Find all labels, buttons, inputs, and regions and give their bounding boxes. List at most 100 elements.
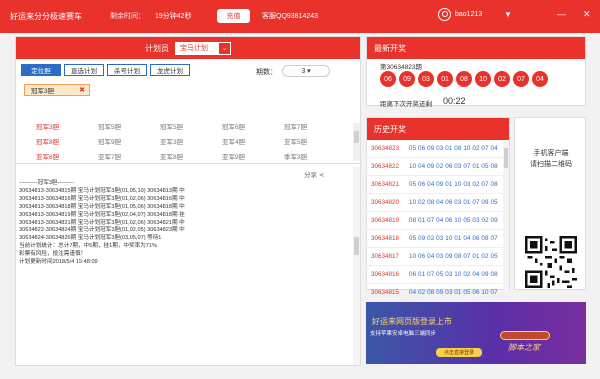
user-menu-dropdown-icon[interactable]: ▼ — [504, 10, 512, 19]
group-option[interactable]: 冠军8胆 — [36, 136, 98, 146]
history-issue: 30634822 — [371, 163, 400, 170]
history-numbers: 05 09 02 03 10 01 04 06 08 07 — [409, 235, 498, 242]
history-issue: 30634820 — [371, 199, 400, 206]
planner-header: 计划员 宝马计划 ⌄ — [16, 37, 360, 59]
chip-label: 冠军3胆 — [31, 88, 55, 95]
minimize-icon[interactable]: — — [557, 9, 566, 19]
history-numbers: 10 06 04 03 09 08 07 01 02 05 — [409, 253, 498, 260]
history-issue: 30634821 — [371, 181, 400, 188]
draw-ball: 04 — [532, 71, 548, 87]
history-row: 30634821 05 06 04 09 01 10 03 02 07 08 — [367, 176, 509, 194]
username: bao1213 — [455, 11, 483, 18]
group-option[interactable]: 冠军3胆 — [36, 121, 98, 131]
group-option[interactable]: 冠军9胆 — [98, 136, 160, 146]
planner-label: 计划员 — [145, 43, 169, 53]
group-option[interactable]: 亚军9胆 — [222, 151, 284, 161]
tab-0[interactable]: 定位胆 — [21, 64, 61, 76]
remaining-time-label: 剩余时间： — [110, 13, 145, 20]
log-line: 当前计划统计：总计7期，中5期，挂1期，中奖率为71% — [19, 243, 157, 250]
group-option[interactable]: 亚军6胆 — [36, 151, 98, 161]
planner-selected-value: 宝马计划 — [180, 45, 208, 52]
group-option[interactable]: 季军3胆 — [284, 151, 346, 161]
qr-code-icon — [525, 236, 577, 288]
plan-tabs: 定位胆 直选计划 杀号计划 龙虎计划 — [21, 64, 193, 76]
group-option[interactable]: 亚军4胆 — [222, 136, 284, 146]
log-line: 彩票有风险，投注需谨慎！ — [19, 251, 87, 258]
share-icon: ≺ — [318, 172, 325, 179]
group-grid: 冠军3胆 冠军5胆 冠军5胆 冠军6胆 冠军7胆 冠军8胆 冠军9胆 亚军3胆 亚军4胆 亚军5胆… — [36, 118, 346, 163]
log-line: ----------冠军3胆--------- — [19, 180, 75, 186]
group-option[interactable]: 冠军6胆 — [222, 121, 284, 131]
remove-chip-icon[interactable]: ✖ — [79, 86, 85, 94]
draw-ball: 02 — [494, 71, 510, 87]
history-issue: 30634817 — [371, 253, 400, 260]
history-panel: 历史开奖 30634823 05 06 09 03 01 08 10 02 07 … — [366, 117, 510, 320]
draw-ball: 09 — [399, 71, 415, 87]
tab-2[interactable]: 杀号计划 — [107, 64, 147, 76]
history-numbers: 04 02 08 09 03 01 05 06 10 07 — [409, 289, 498, 296]
banner-title: 好运来网页版登录上市 — [372, 317, 452, 326]
history-issue: 30634816 — [371, 271, 400, 278]
selected-group-chip[interactable]: 冠军3胆 ✖ — [24, 84, 90, 96]
customer-service-qq: 客服QQ93814243 — [262, 13, 319, 20]
share-button[interactable]: 分享 ≺ — [304, 169, 324, 179]
plan-panel: 计划员 宝马计划 ⌄ 定位胆 直选计划 杀号计划 龙虎计划 期数： 3 ▾ 冠军3胆 … — [15, 36, 362, 366]
planner-select[interactable]: 宝马计划 ⌄ — [175, 41, 231, 55]
period-value: 3 — [301, 67, 306, 75]
share-label: 分享 — [304, 172, 317, 179]
chevron-down-icon: ⌄ — [218, 41, 231, 55]
history-issue: 30634818 — [371, 235, 400, 242]
latest-balls: 06 09 03 01 08 10 02 07 04 — [380, 71, 551, 87]
period-select[interactable]: 3 ▾ — [282, 65, 330, 77]
app-title: 好运来分分极速赛车 — [10, 12, 82, 21]
group-option[interactable]: 冠军5胆 — [160, 121, 222, 131]
tab-3[interactable]: 龙虎计划 — [150, 64, 190, 76]
qr-panel: 手机客户端 请扫描二维码 — [514, 117, 586, 290]
group-option[interactable]: 亚军5胆 — [284, 136, 346, 146]
history-issue: 30634815 — [371, 289, 400, 296]
group-row: 冠军3胆 冠军5胆 冠军5胆 冠军6胆 冠军7胆 — [36, 118, 346, 133]
log-line: 30634813-30634815期 宝马计划冠军3胆(01,05,10) 30… — [19, 187, 185, 194]
group-option[interactable]: 冠军5胆 — [98, 121, 160, 131]
history-row: 30634823 05 06 09 03 01 08 10 02 07 04 — [367, 140, 509, 158]
group-option[interactable]: 亚军8胆 — [160, 151, 222, 161]
group-option[interactable]: 冠军7胆 — [284, 121, 346, 131]
tab-1[interactable]: 直选计划 — [64, 64, 104, 76]
log-scrollbar[interactable] — [353, 167, 360, 365]
history-numbers: 05 06 04 09 01 10 03 02 07 08 — [409, 181, 498, 188]
recharge-button[interactable]: 充值 — [217, 9, 250, 23]
log-line: 计划更新时间2018/5/4 15:48:09 — [19, 259, 98, 266]
countdown-value: 00:22 — [443, 96, 466, 106]
group-option[interactable]: 亚军3胆 — [160, 136, 222, 146]
history-row: 30634819 08 01 07 04 06 10 05 03 02 09 — [367, 212, 509, 230]
history-row: 30634815 04 02 08 09 03 01 05 06 10 07 — [367, 284, 509, 302]
history-row: 30634818 05 09 02 03 10 01 04 06 08 07 — [367, 230, 509, 248]
history-numbers: 08 01 07 04 06 10 05 03 02 09 — [409, 217, 498, 224]
group-row: 亚军6胆 亚军7胆 亚军8胆 亚军9胆 季军3胆 — [36, 148, 346, 163]
log-line: 30634813-30634819期 宝马计划冠军3胆(02,04,07) 30… — [19, 211, 185, 218]
period-label: 期数： — [256, 69, 277, 76]
history-scrollbar[interactable] — [503, 140, 509, 290]
group-option[interactable]: 亚军7胆 — [98, 151, 160, 161]
countdown-label: 距离下次开奖还剩 — [380, 101, 432, 108]
history-row: 30634817 10 06 04 03 09 08 07 01 02 05 — [367, 248, 509, 266]
banner-decoration — [500, 331, 550, 340]
banner-login-button[interactable]: 点击直接登录 — [436, 348, 482, 357]
draw-ball: 07 — [513, 71, 529, 87]
draw-ball: 08 — [456, 71, 472, 87]
qr-line-2: 请扫描二维码 — [530, 161, 572, 168]
draw-ball: 03 — [418, 71, 434, 87]
promo-banner[interactable]: 好运来网页版登录上市 支持苹果安卓电脑三端同步 点击直接登录 脚本之家 — [366, 302, 586, 364]
history-row: 30634820 10 02 08 04 06 03 01 07 09 05 — [367, 194, 509, 212]
user-icon — [438, 8, 451, 21]
banner-subtitle: 支持苹果安卓电脑三端同步 — [370, 331, 437, 337]
log-line: 30634813-30634818期 宝马计划冠军3胆(01,05,06) 30… — [19, 203, 185, 210]
draw-ball: 01 — [437, 71, 453, 87]
group-row: 冠军8胆 冠军9胆 亚军3胆 亚军4胆 亚军5胆 — [36, 133, 346, 148]
group-scrollbar[interactable] — [353, 123, 360, 161]
close-icon[interactable]: ✕ — [583, 9, 591, 20]
history-title: 历史开奖 — [367, 118, 509, 140]
qr-line-1: 手机客户端 — [533, 150, 569, 157]
history-row: 30634816 06 01 07 05 03 10 02 04 09 08 — [367, 266, 509, 284]
history-row: 30634822 10 04 09 02 06 03 07 01 05 08 — [367, 158, 509, 176]
